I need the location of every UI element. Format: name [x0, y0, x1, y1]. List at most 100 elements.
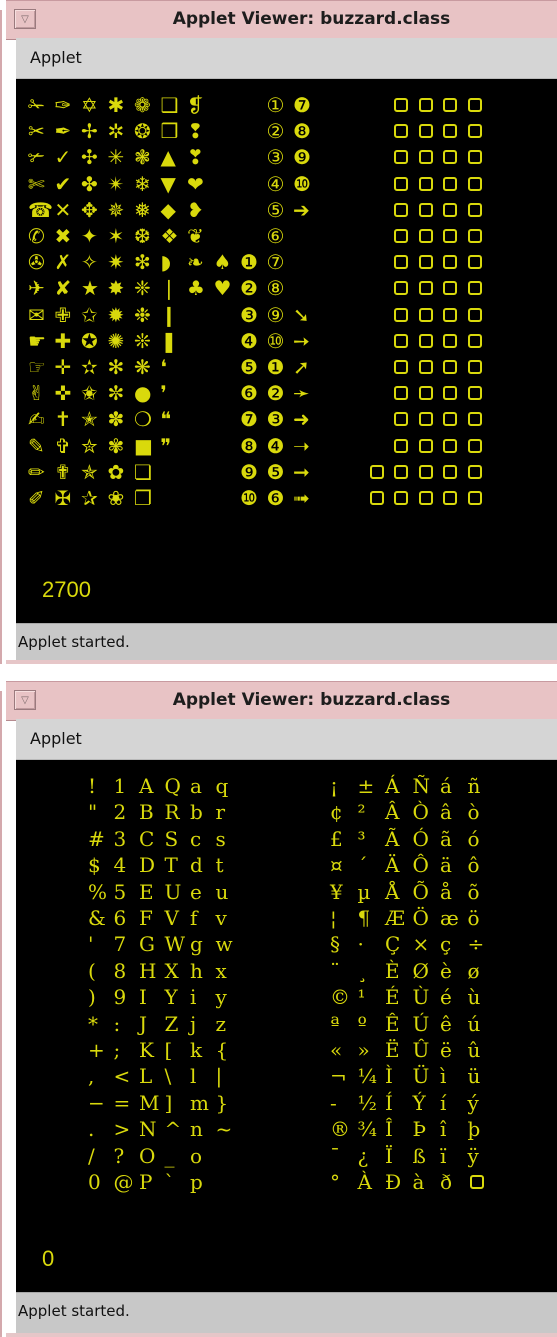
dingbat-glyph: ❜	[160, 381, 167, 406]
dingbat-glyph: ✦	[81, 224, 98, 248]
char-glyph: <	[113, 1064, 131, 1089]
char-glyph: f	[190, 906, 198, 930]
missing-glyph-box	[443, 386, 457, 401]
dingbat-glyph: ➛	[293, 381, 310, 406]
missing-glyph-box	[443, 176, 457, 191]
char-glyph: À	[357, 1170, 372, 1194]
char-glyph: ¬	[330, 1064, 347, 1089]
char-glyph: N	[139, 1117, 157, 1142]
dingbat-glyph: ✴	[107, 171, 125, 196]
char-glyph: E	[139, 879, 154, 904]
dingbat-glyph: ✷	[107, 250, 125, 275]
char-glyph: j	[190, 1011, 197, 1036]
char-glyph: Ê	[385, 1011, 400, 1036]
menu-applet[interactable]: Applet	[30, 48, 82, 67]
char-glyph: $	[88, 853, 101, 878]
menu-applet[interactable]: Applet	[30, 729, 82, 748]
char-glyph: 7	[113, 932, 127, 957]
dingbat-glyph: ❚	[160, 328, 178, 353]
dingbat-glyph: ❏	[134, 459, 152, 484]
missing-glyph-box	[418, 229, 433, 243]
dingbat-glyph: ✜	[54, 381, 72, 406]
missing-glyph-box	[467, 412, 482, 427]
char-glyph: e	[190, 879, 202, 904]
char-glyph: Ð	[385, 1170, 402, 1194]
dingbat-glyph: ✽	[107, 407, 125, 432]
char-glyph: o	[190, 1143, 203, 1168]
title-bar[interactable]: ▽ Applet Viewer: buzzard.class	[6, 681, 557, 721]
missing-glyph-box	[394, 360, 408, 374]
dingbat-glyph: ❋	[134, 355, 151, 379]
char-glyph: u	[215, 879, 229, 904]
applet-canvas[interactable]: 0 ! " # $% & '() * +, −./0 1 2 3 4 5 6 7 8 9:; < = >? @ A B C D E F…	[16, 760, 557, 1292]
dingbat-glyph: ✈	[28, 276, 45, 301]
title-bar[interactable]: ▽ Applet Viewer: buzzard.class	[6, 0, 557, 40]
char-counter: 0	[42, 1246, 55, 1271]
missing-glyph-box	[394, 386, 408, 401]
missing-glyph-box	[394, 98, 408, 112]
char-glyph: K	[139, 1038, 154, 1062]
missing-glyph-box	[394, 255, 408, 270]
missing-glyph-box	[443, 202, 457, 217]
char-glyph: ¶	[357, 906, 371, 930]
dingbat-glyph: ❘	[160, 276, 178, 301]
dingbat-glyph: ❺	[266, 459, 285, 484]
char-glyph: 6	[113, 906, 127, 930]
applet-canvas[interactable]: 2700 ✁ ✂ ✃ ✄ ☎ ✆ ✇ ✈ ✉ ☛ ☞ ✌ ✍ ✎ ✏ ✐ ✑ ✒ ✓ ✔ ✕ ✖ ✗ ✘ ✙ ✚ ✛ ✜ ✝ ✞ ✟ ✠ ✡ ✢ ✣…	[16, 79, 557, 623]
char-glyph: ³	[357, 826, 366, 851]
missing-glyph-box	[394, 491, 408, 505]
dingbat-glyph: ➔	[293, 197, 310, 222]
char-glyph: È	[385, 958, 400, 983]
char-glyph: A	[139, 774, 154, 798]
char-glyph: Û	[412, 1038, 430, 1062]
missing-glyph-box	[394, 229, 408, 243]
char-glyph: B	[139, 800, 154, 825]
dingbat-glyph: ❽	[240, 433, 258, 458]
missing-glyph-box	[418, 98, 433, 112]
dingbat-glyph: ❛	[160, 355, 167, 379]
missing-glyph-box	[394, 281, 408, 296]
dingbat-glyph: ❻	[266, 486, 285, 510]
dingbat-glyph: ✚	[54, 328, 72, 353]
char-glyph: g	[190, 932, 203, 957]
char-glyph: Y	[164, 985, 178, 1010]
char-glyph: è	[440, 958, 452, 983]
dingbat-glyph: ✙	[54, 302, 72, 327]
dingbat-glyph: ⑥	[266, 224, 285, 248]
missing-glyph-box	[394, 202, 408, 217]
char-glyph: ÿ	[467, 1143, 479, 1168]
char-glyph: ë	[440, 1038, 452, 1062]
dingbat-glyph: ✓	[54, 145, 72, 170]
char-glyph: »	[357, 1038, 370, 1062]
dingbat-glyph: ✍	[28, 407, 45, 432]
char-glyph: §	[330, 932, 340, 957]
dingbat-glyph: ❞	[160, 433, 172, 458]
char-counter: 2700	[42, 577, 91, 602]
window-frame	[0, 10, 8, 664]
dingbat-glyph: ◗	[160, 250, 172, 275]
char-glyph: V	[164, 906, 179, 930]
dingbat-glyph: ②	[266, 119, 285, 144]
char-glyph: Ì	[385, 1064, 393, 1089]
char-glyph: m	[190, 1090, 209, 1115]
missing-glyph-box	[467, 438, 482, 453]
dingbat-glyph: ✃	[28, 145, 45, 170]
char-glyph: É	[385, 985, 400, 1010]
dingbat-glyph: ✉	[28, 302, 45, 327]
dingbat-glyph: ✖	[54, 224, 72, 248]
missing-glyph-box	[418, 386, 433, 401]
char-glyph: î	[440, 1117, 447, 1142]
dingbat-glyph: ➞	[293, 459, 310, 484]
char-glyph: :	[113, 1011, 121, 1036]
char-glyph: *	[88, 1011, 98, 1036]
missing-glyph-box	[467, 360, 482, 374]
char-glyph: [	[164, 1038, 173, 1062]
char-glyph: Ù	[412, 985, 430, 1010]
dingbat-glyph: ✞	[54, 433, 72, 458]
menu-bar: Applet	[16, 38, 557, 79]
window-title: Applet Viewer: buzzard.class	[172, 690, 451, 710]
char-glyph: J	[139, 1011, 148, 1036]
char-glyph: µ	[357, 879, 371, 904]
char-glyph: Ó	[412, 826, 429, 851]
missing-glyph-box	[467, 386, 482, 401]
